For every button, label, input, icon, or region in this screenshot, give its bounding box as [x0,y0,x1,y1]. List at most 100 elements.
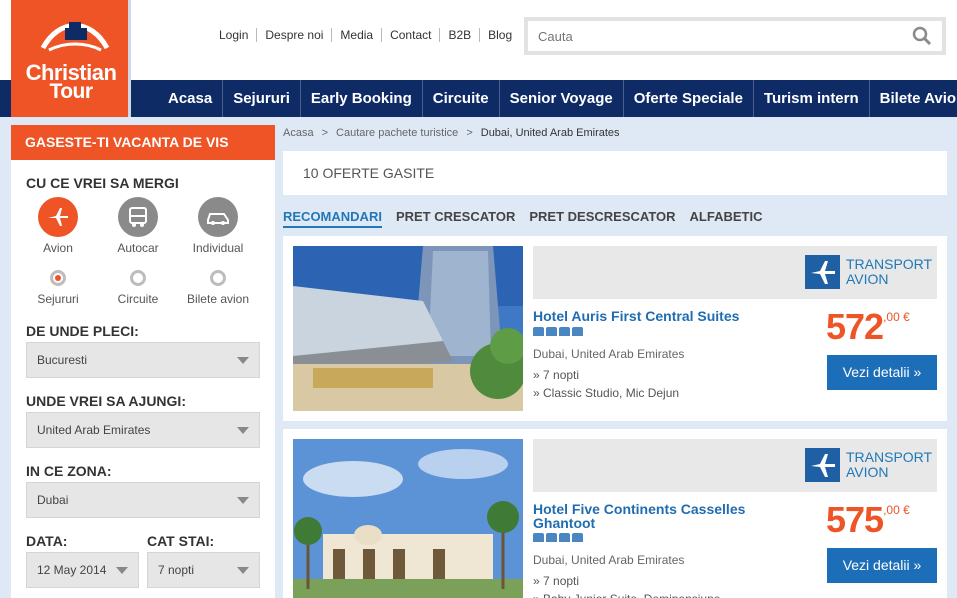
star-icon [559,533,570,542]
from-value: Bucuresti [37,353,88,367]
breadcrumb-cautare[interactable]: Cautare pachete turistice [336,127,458,139]
bus-icon [118,197,158,237]
star-icon [572,533,583,542]
radio-sejururi[interactable] [50,270,66,286]
sort-recomandari[interactable]: RECOMANDARI [283,209,382,228]
offer-card: TRANSPORT AVION Hotel Five Continents Ca… [283,429,947,598]
link-blog[interactable]: Blog [479,28,520,42]
offer-price: 575,00 € [826,499,910,541]
nav-sejururi[interactable]: Sejururi [222,80,300,117]
transport-line-2: AVION [846,271,889,287]
offer-room: » Classic Studio, Mic Dejun [533,386,680,400]
link-login[interactable]: Login [211,28,256,42]
to-select[interactable]: United Arab Emirates [26,412,260,448]
sort-pret-descrescator[interactable]: PRET DESCRESCATOR [529,209,675,228]
chevron-down-icon [116,567,128,574]
plane-icon [805,448,840,482]
offer-nights: » 7 nopti [533,368,580,382]
nav-bilete-avion[interactable]: Bilete Avion [868,80,957,117]
nav-senior-voyage[interactable]: Senior Voyage [498,80,623,117]
search-input[interactable] [528,21,888,51]
zone-value: Dubai [37,493,69,507]
transport-line-1: TRANSPORT [846,256,933,272]
transport-line-2: AVION [846,464,889,480]
christian-tour-logo[interactable]: Christian Tour [11,0,131,117]
offer-details: » 7 nopti » Classic Studio, Mic Dejun [533,366,679,402]
star-icon [533,533,544,542]
sort-pret-crescator[interactable]: PRET CRESCATOR [396,209,515,228]
price-value: 575 [826,499,884,540]
star-icon [572,327,583,336]
header: Christian Tour Login Despre noi Media Co… [0,0,957,117]
offer-nights: » 7 nopti [533,574,580,588]
stay-label: CAT STAI: [147,533,215,549]
link-b2b[interactable]: B2B [439,28,479,42]
offer-details: » 7 nopti » Baby Junior Suite, Demipensi… [533,572,720,598]
breadcrumb-sep: > [321,127,329,139]
plane-icon [805,255,840,289]
transport-bar: TRANSPORT AVION [533,246,937,299]
stay-select[interactable]: 7 nopti [147,552,260,588]
hotel-photo[interactable] [293,246,523,411]
nav-circuite[interactable]: Circuite [421,80,499,117]
type-circuite[interactable]: Circuite [98,270,178,306]
hotel-location: Dubai, United Arab Emirates [533,553,685,567]
nav-turism-intern[interactable]: Turism intern [752,80,869,117]
logo-ship-icon [40,22,110,52]
date-value: 12 May 2014 [37,563,107,577]
mode-individual[interactable]: Individual [178,197,258,255]
offer-card: TRANSPORT AVION Hotel Auris First Centra… [283,236,947,421]
mode-avion-label: Avion [43,241,73,255]
details-button[interactable]: Vezi detalii » [827,355,937,390]
date-select[interactable]: 12 May 2014 [26,552,139,588]
type-bilete-avion-label: Bilete avion [186,292,250,306]
hotel-name[interactable]: Hotel Five Continents Casselles Ghantoot [533,502,803,530]
details-button[interactable]: Vezi detalii » [827,548,937,583]
from-label: DE UNDE PLECI: [26,323,139,339]
type-sejururi-label: Sejururi [37,292,79,306]
results-count-text: 10 OFERTE GASITE [303,165,435,181]
chevron-down-icon [237,497,249,504]
type-sejururi[interactable]: Sejururi [18,270,98,306]
search-box [524,17,946,55]
search-sidebar: GASESTE-TI VACANTA DE VIS CU CE VREI SA … [11,125,275,598]
mode-autocar[interactable]: Autocar [98,197,178,255]
nav-early-booking[interactable]: Early Booking [299,80,422,117]
from-select[interactable]: Bucuresti [26,342,260,378]
sort-alfabetic[interactable]: ALFABETIC [690,209,763,228]
radio-circuite[interactable] [130,270,146,286]
hotel-photo[interactable] [293,439,523,598]
chevron-down-icon [237,567,249,574]
radio-bilete-avion[interactable] [210,270,226,286]
type-bilete-avion[interactable]: Bilete avion [178,270,258,306]
top-links: Login Despre noi Media Contact B2B Blog [211,28,520,42]
star-icon [559,327,570,336]
breadcrumb-acasa[interactable]: Acasa [283,127,314,139]
price-cents: ,00 € [883,310,910,324]
mode-individual-label: Individual [192,241,244,255]
hotel-stars [533,533,583,542]
date-label: DATA: [26,533,68,549]
transport-bar: TRANSPORT AVION [533,439,937,492]
nav-oferte-speciale[interactable]: Oferte Speciale [622,80,753,117]
link-media[interactable]: Media [331,28,381,42]
link-contact[interactable]: Contact [381,28,439,42]
sidebar-title: GASESTE-TI VACANTA DE VIS [11,125,275,160]
zone-select[interactable]: Dubai [26,482,260,518]
chevron-down-icon [237,427,249,434]
transport-label: CU CE VREI SA MERGI [26,175,179,191]
transport-label: TRANSPORT AVION [846,450,932,480]
mode-avion[interactable]: Avion [18,197,98,255]
plane-icon [38,197,78,237]
transport-line-1: TRANSPORT [846,449,933,465]
chevron-down-icon [237,357,249,364]
star-icon [546,533,557,542]
hotel-stars [533,327,583,336]
hotel-location: Dubai, United Arab Emirates [533,347,685,361]
hotel-name[interactable]: Hotel Auris First Central Suites [533,309,803,323]
link-despre-noi[interactable]: Despre noi [256,28,331,42]
search-icon[interactable] [912,26,932,46]
offer-price: 572,00 € [826,306,910,348]
to-label: UNDE VREI SA AJUNGI: [26,393,186,409]
nav-acasa[interactable]: Acasa [158,80,222,117]
